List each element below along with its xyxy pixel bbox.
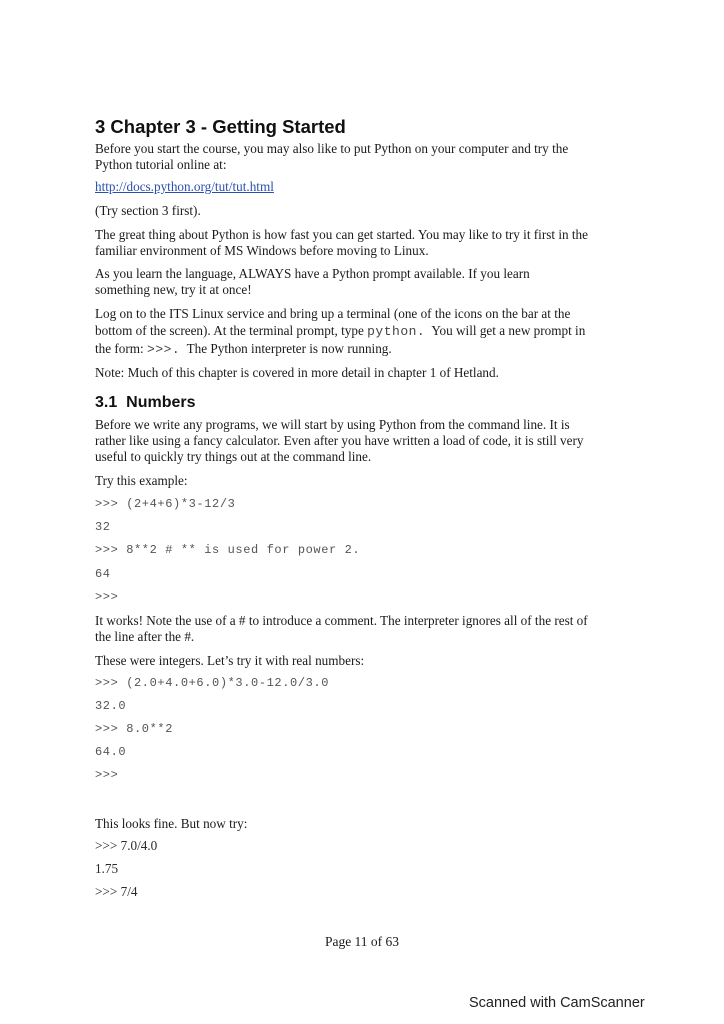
page-number: Page 11 of 63 xyxy=(324,934,400,949)
code-line: >>> xyxy=(95,590,119,604)
para4-line-2: bottom of the screen). At the terminal p… xyxy=(95,322,585,341)
camscanner-watermark: Scanned with CamScanner xyxy=(469,995,645,1011)
code-line: 32 xyxy=(95,520,111,534)
section-para-line-3: useful to quickly try things out at the … xyxy=(95,449,372,464)
works-line-2: the line after the #. xyxy=(95,629,195,644)
para4-line-3: the form: >>>. The Python interpreter is… xyxy=(95,340,392,359)
code-line: 64 xyxy=(95,567,111,581)
para4-text-b: You will get a new prompt in xyxy=(425,323,586,338)
looks-fine-text: This looks fine. But now try: xyxy=(95,816,248,831)
code-line: >>> (2.0+4.0+6.0)*3.0-12.0/3.0 xyxy=(95,676,330,690)
python-command: python. xyxy=(367,324,426,339)
para2-line-2: familiar environment of MS Windows befor… xyxy=(95,243,429,258)
section-heading: 3.1 Numbers xyxy=(95,394,196,411)
integers-text: These were integers. Let’s try it with r… xyxy=(95,653,365,668)
intro-line-2: Python tutorial online at: xyxy=(95,157,227,172)
code-line: >>> 7.0/4.0 xyxy=(95,838,158,853)
code-line: 32.0 xyxy=(95,699,127,713)
code-line: >>> (2+4+6)*3-12/3 xyxy=(95,497,236,511)
para4-line-1: Log on to the ITS Linux service and brin… xyxy=(95,306,571,321)
para3-line-2: something new, try it at once! xyxy=(95,282,252,297)
para4-text-d: The Python interpreter is now running. xyxy=(180,341,392,356)
para4-text-c: the form: xyxy=(95,341,148,356)
chapter-heading: 3 Chapter 3 - Getting Started xyxy=(95,116,346,137)
code-line: >>> xyxy=(95,768,119,782)
tutorial-link[interactable]: http://docs.python.org/tut/tut.html xyxy=(95,179,274,195)
code-line: 1.75 xyxy=(95,861,119,876)
note-text: Note: Much of this chapter is covered in… xyxy=(95,365,499,380)
para4-text-a: bottom of the screen). At the terminal p… xyxy=(95,323,368,338)
try-section-text: (Try section 3 first). xyxy=(95,203,201,218)
document-page: 3 Chapter 3 - Getting Started Before you… xyxy=(0,0,724,1024)
code-line: >>> 8.0**2 xyxy=(95,722,174,736)
try-example-text: Try this example: xyxy=(95,473,188,488)
code-line: 64.0 xyxy=(95,745,127,759)
prompt-symbol: >>>. xyxy=(147,342,181,357)
code-line: >>> 7/4 xyxy=(95,884,138,899)
code-line: >>> 8**2 # ** is used for power 2. xyxy=(95,543,361,557)
